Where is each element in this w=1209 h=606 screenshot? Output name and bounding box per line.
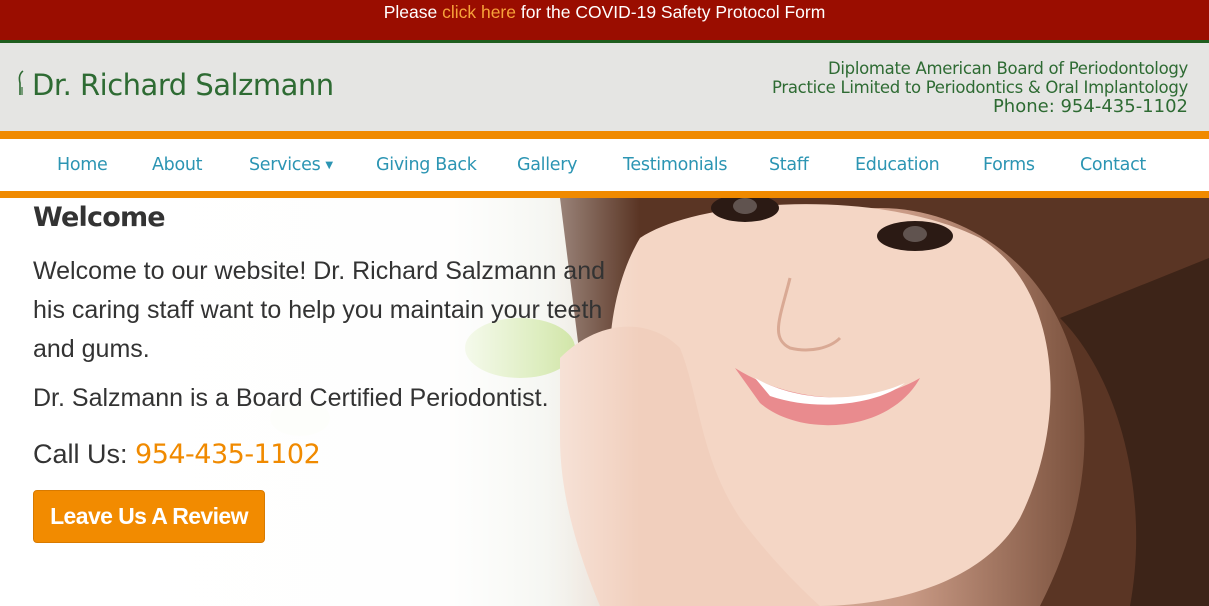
site-header: Dr. Richard Salzmann Diplomate American … — [0, 43, 1209, 131]
header-divider — [0, 131, 1209, 139]
hero-section: Welcome Welcome to our website! Dr. Rich… — [0, 198, 1209, 606]
header-phone[interactable]: Phone: 954-435-1102 — [772, 97, 1188, 117]
credential-practice: Practice Limited to Periodontics & Oral … — [772, 78, 1188, 97]
covid-banner: Please click here for the COVID-19 Safet… — [0, 0, 1209, 40]
credential-board: Diplomate American Board of Periodontolo… — [827, 59, 1188, 78]
nav-testimonials[interactable]: Testimonials — [623, 155, 727, 175]
nav-home[interactable]: Home — [57, 155, 108, 175]
site-logo[interactable]: Dr. Richard Salzmann — [16, 65, 334, 105]
nav-forms[interactable]: Forms — [983, 155, 1035, 175]
nav-gallery[interactable]: Gallery — [517, 155, 578, 175]
call-us-phone[interactable]: 954-435-1102 — [135, 439, 321, 470]
tooth-instrument-icon — [16, 69, 26, 102]
covid-form-link[interactable]: click here — [442, 2, 516, 22]
nav-services[interactable]: Services ▼ — [249, 155, 333, 175]
leave-review-button[interactable]: Leave Us A Review — [33, 490, 265, 543]
nav-about[interactable]: About — [152, 155, 203, 175]
welcome-heading: Welcome — [33, 202, 166, 233]
nav-divider — [0, 191, 1209, 198]
nav-staff[interactable]: Staff — [769, 155, 809, 175]
welcome-paragraph: Welcome to our website! Dr. Richard Salz… — [33, 257, 606, 363]
board-certified-text: Dr. Salzmann is a Board Certified Period… — [33, 384, 549, 412]
call-us-label: Call Us: — [33, 439, 136, 469]
nav-contact[interactable]: Contact — [1080, 155, 1146, 175]
covid-banner-prefix: Please — [383, 2, 443, 22]
main-nav: Home About Services ▼ Giving Back Gallery… — [0, 139, 1209, 191]
practice-info: Diplomate American Board of Periodontolo… — [772, 59, 1188, 117]
call-us-line: Call Us: 954-435-1102 — [33, 439, 321, 470]
caret-down-icon: ▼ — [325, 160, 333, 171]
site-title: Dr. Richard Salzmann — [32, 68, 334, 102]
covid-banner-suffix: for the COVID-19 Safety Protocol Form — [516, 2, 826, 22]
nav-services-label: Services — [249, 155, 321, 175]
nav-giving-back[interactable]: Giving Back — [376, 155, 477, 175]
nav-education[interactable]: Education — [855, 155, 940, 175]
